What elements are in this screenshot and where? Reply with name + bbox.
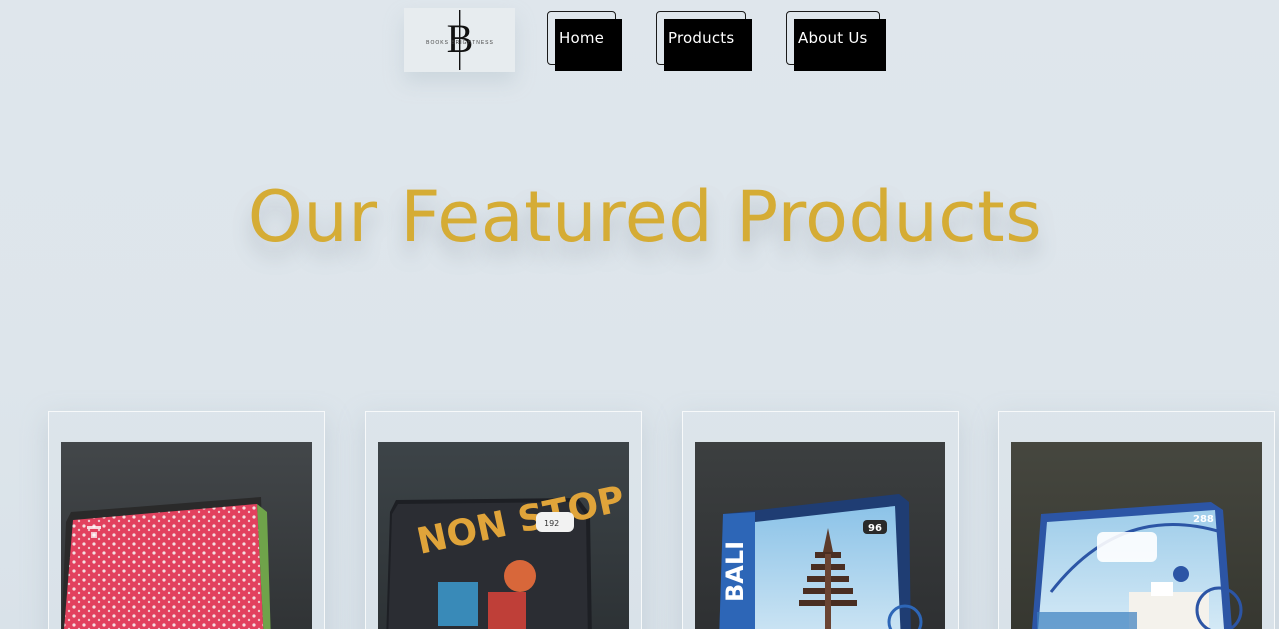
nav-home-label: Home <box>559 29 605 47</box>
nav-about-label: About Us <box>798 29 868 47</box>
notebook-bali-image: BALI 96 <box>695 442 945 629</box>
product-image[interactable]: NON STOP 192 <box>378 442 629 629</box>
logo-icon: B BOOKS BRIGHTNESS <box>426 10 494 70</box>
nav-products-label: Products <box>668 29 735 47</box>
product-card[interactable]: 288 <box>998 411 1275 629</box>
svg-text:BOOKS BRIGHTNESS: BOOKS BRIGHTNESS <box>426 40 494 46</box>
product-image[interactable] <box>61 442 312 629</box>
notebook-pink-floral-image <box>61 442 312 629</box>
notebook-non-stop-image: NON STOP 192 <box>378 442 629 629</box>
product-card[interactable]: BALI 96 <box>682 411 959 629</box>
product-image[interactable]: BALI 96 <box>695 442 945 629</box>
notebook-santorini-image: 288 <box>1011 442 1262 629</box>
featured-products-heading: Our Featured Products <box>247 176 1043 258</box>
svg-text:192: 192 <box>544 519 559 528</box>
svg-text:288: 288 <box>1193 514 1214 525</box>
product-card[interactable]: NON STOP 192 <box>365 411 642 629</box>
product-card[interactable] <box>48 411 325 629</box>
product-image[interactable]: 288 <box>1011 442 1262 629</box>
page: B BOOKS BRIGHTNESS Home Products About U… <box>0 0 1279 629</box>
brand-logo[interactable]: B BOOKS BRIGHTNESS <box>404 8 515 72</box>
svg-text:BALI: BALI <box>721 541 749 602</box>
svg-text:96: 96 <box>868 523 882 534</box>
